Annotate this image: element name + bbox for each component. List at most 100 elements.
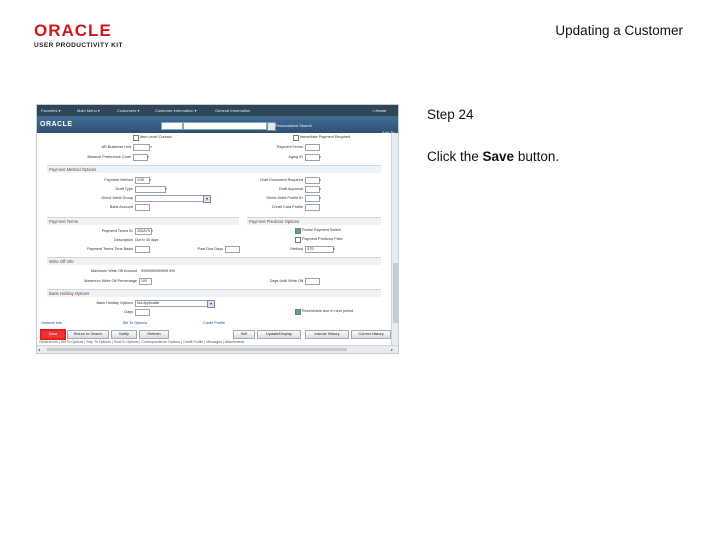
menu-favorites[interactable]: Favorites ▾ <box>41 108 61 113</box>
payment-terms-time-field[interactable] <box>135 246 150 253</box>
vertical-scrollbar[interactable] <box>391 133 398 345</box>
past-due-days-field[interactable] <box>225 246 240 253</box>
days-until-writeoff-field[interactable] <box>305 278 320 285</box>
item-level-contact-label: Item Level Contact <box>140 135 172 139</box>
home-link[interactable]: ⌂ Home <box>372 108 386 113</box>
app-menubar: Favorites ▾ Main Menu ▾ Customers ▾ Cust… <box>37 105 398 116</box>
payment-predictor-label: Payment Predictor Field <box>302 237 343 241</box>
bank-account-label: Bank Account <box>109 205 133 209</box>
app-brand: ORACLE <box>40 121 73 128</box>
lookup-icon[interactable]: ⌕ <box>165 186 167 191</box>
lookup-icon[interactable]: ⌕ <box>150 144 152 149</box>
lookup-icon[interactable]: ⌕ <box>319 186 321 191</box>
instruction-action: Save <box>482 149 515 164</box>
draft-document-field[interactable] <box>305 177 320 184</box>
instruction-text: Click the Save button. <box>427 149 559 164</box>
max-writeoff-percentage-field[interactable]: 100 <box>139 278 152 285</box>
include-history-button[interactable]: Include History <box>305 330 349 339</box>
aging-id-label: Aging ID <box>288 155 303 159</box>
payment-terms-id-label: Payment Terms ID <box>101 229 133 233</box>
payment-terms-top-field[interactable] <box>305 144 320 151</box>
credit-card-profile-field[interactable] <box>305 204 320 211</box>
menu-general-information[interactable]: General Information <box>215 108 250 113</box>
bank-holiday-label: Bank Holiday Options <box>96 301 133 305</box>
return-to-search-button[interactable]: Return to Search <box>67 330 109 339</box>
credit-profile-link[interactable]: Credit Profile <box>203 321 225 325</box>
search-scope-select[interactable]: All <box>161 122 183 130</box>
direct-debit-profile-field[interactable] <box>305 195 320 202</box>
reschedule-checkbox[interactable] <box>295 309 301 315</box>
horizontal-scrollbar[interactable]: ◂ ▸ <box>37 345 398 353</box>
immediate-payment-checkbox[interactable] <box>293 135 299 141</box>
save-button[interactable]: Save <box>40 329 66 340</box>
step-label: Step 24 <box>427 107 474 122</box>
item-level-contact-checkbox[interactable] <box>133 135 139 141</box>
lookup-icon[interactable]: ⌕ <box>319 154 321 159</box>
application-screenshot: Favorites ▾ Main Menu ▾ Customers ▾ Cust… <box>36 104 399 354</box>
days-until-writeoff-label: Days Until Write Off <box>269 279 303 283</box>
reschedule-label: Reschedule due in next period <box>302 309 354 313</box>
draft-approval-label: Draft Approval <box>278 187 303 191</box>
section-payment-predictor: Payment Predictor Options <box>247 217 381 225</box>
scroll-left-icon[interactable]: ◂ <box>38 347 40 352</box>
menu-main-menu[interactable]: Main Menu ▾ <box>77 108 100 113</box>
payment-predictor-checkbox[interactable] <box>295 237 301 243</box>
customer-form: Item Level Contact Immediate Payment Req… <box>37 133 391 345</box>
menu-customers[interactable]: Customers ▾ <box>117 108 139 113</box>
menu-customer-information[interactable]: Customer Information ▾ <box>155 108 197 113</box>
aging-id-field[interactable] <box>305 154 320 161</box>
section-bank-holiday: Bank Holiday Options <box>47 289 381 297</box>
section-write-off: Write Off Info <box>47 257 381 265</box>
draft-type-label: Draft Type <box>115 187 133 191</box>
refresh-button[interactable]: Refresh <box>139 330 169 339</box>
general-info-link[interactable]: General Info <box>41 321 62 325</box>
description-value: Due in 30 days <box>135 238 159 242</box>
correct-history-button[interactable]: Correct History <box>351 330 391 339</box>
lookup-icon[interactable]: ⌕ <box>333 246 335 251</box>
lookup-icon[interactable]: ⌕ <box>151 228 153 233</box>
direct-debit-group-field[interactable] <box>135 195 204 202</box>
payment-terms-id-field[interactable]: 30DAYS <box>135 228 152 235</box>
payment-method-field[interactable]: CHK <box>135 177 150 184</box>
max-writeoff-amount-value: 99999999999999.999 <box>141 269 176 273</box>
scrollbar-thumb[interactable] <box>393 263 398 323</box>
lookup-icon[interactable]: ⌕ <box>319 195 321 200</box>
scrollbar-thumb[interactable] <box>47 348 347 351</box>
update-display-button[interactable]: Update/Display <box>257 330 301 339</box>
method-field[interactable]: STD <box>305 246 334 253</box>
personalized-search-link[interactable]: Personalized Search <box>275 123 312 128</box>
direct-debit-profile-label: Direct Debit Profile ID <box>266 196 303 200</box>
lookup-icon[interactable]: ⌕ <box>147 154 149 159</box>
logo-brand: ORACLE <box>34 21 112 40</box>
partial-payment-label: Partial Payment Switch <box>302 228 342 232</box>
lookup-icon[interactable]: ⌕ <box>319 177 321 182</box>
bank-account-field[interactable] <box>135 204 150 211</box>
bill-to-options-link[interactable]: Bill To Options <box>123 321 147 325</box>
balance-preference-field[interactable] <box>133 154 148 161</box>
chevron-down-icon[interactable]: ▾ <box>203 195 211 203</box>
section-payment-terms: Payment Terms <box>47 217 239 225</box>
ar-business-unit-field[interactable] <box>133 144 150 151</box>
draft-approval-field[interactable] <box>305 186 320 193</box>
app-brandbar: ORACLE All Search Personalized Search Ad… <box>37 116 398 143</box>
draft-type-field[interactable] <box>135 186 166 193</box>
page-links-footer[interactable]: General Info | Bill To Options | Ship To… <box>39 340 244 344</box>
max-writeoff-amount-label: Maximum Write Off Amount <box>90 269 137 273</box>
notify-button[interactable]: Notify <box>111 330 137 339</box>
draft-document-label: Draft Document Required <box>259 178 303 182</box>
logo-tagline: USER PRODUCTIVITY KIT <box>34 42 123 49</box>
payment-terms-top-label: Payment Terms <box>276 145 303 149</box>
self-button[interactable]: Self <box>233 330 255 339</box>
chevron-down-icon[interactable]: ▾ <box>207 300 215 308</box>
partial-payment-checkbox[interactable] <box>295 228 301 234</box>
instruction-prefix: Click the <box>427 149 483 164</box>
scroll-right-icon[interactable]: ▸ <box>391 347 393 352</box>
lookup-icon[interactable]: ⌕ <box>149 177 151 182</box>
instruction-suffix: button. <box>514 149 560 164</box>
search-input[interactable]: Search <box>183 122 267 130</box>
past-due-days-label: Past Due Days <box>197 247 223 251</box>
bank-holiday-select[interactable]: Not Applicable <box>135 300 208 307</box>
direct-debit-group-label: Direct Debit Group <box>101 196 133 200</box>
days-field[interactable] <box>135 309 150 316</box>
credit-card-profile-label: Credit Card Profile <box>271 205 303 209</box>
